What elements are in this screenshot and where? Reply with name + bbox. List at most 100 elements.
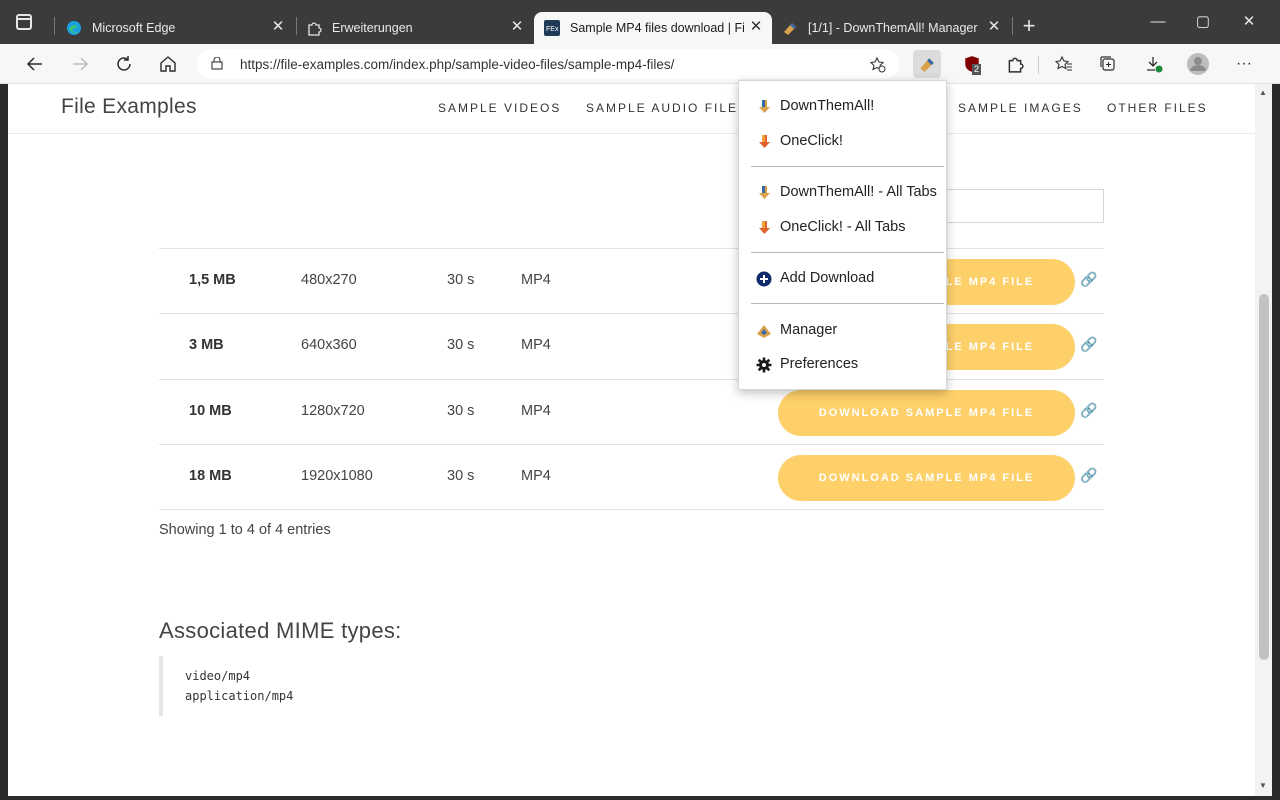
table-row: 10 MB 1280x720 30 s MP4 DOWNLOAD SAMPLE … xyxy=(159,379,1104,445)
tab-separator xyxy=(1012,17,1013,35)
home-icon xyxy=(160,56,176,72)
duration: 30 s xyxy=(447,337,475,353)
url-text[interactable]: https://file-examples.com/index.php/samp… xyxy=(240,57,674,72)
menu-item-preferences[interactable]: Preferences xyxy=(739,349,948,379)
link-icon[interactable]: 🔗 xyxy=(1080,336,1097,353)
maximize-button[interactable]: ▢ xyxy=(1191,10,1215,34)
downthemall-icon xyxy=(759,186,770,199)
table-row: 1,5 MB 480x270 30 s MP4 DOWNLOAD SAMPLE … xyxy=(159,248,1104,314)
resolution: 480x270 xyxy=(301,272,357,288)
extension-badge: 2 xyxy=(972,64,982,75)
svg-text:FEx: FEx xyxy=(546,26,559,33)
site-header: File Examples SAMPLE VIDEOS SAMPLE AUDIO… xyxy=(8,84,1255,134)
lock-icon[interactable] xyxy=(211,57,223,70)
menu-item-label: OneClick! xyxy=(780,133,843,149)
tab-sample-mp4[interactable]: FEx Sample MP4 files download | File Exa… xyxy=(534,12,772,44)
extensions-button[interactable] xyxy=(1001,50,1029,78)
page-scrollbar[interactable]: ▲ ▼ xyxy=(1255,84,1272,796)
menu-item-oneclick[interactable]: OneClick! xyxy=(739,126,948,156)
mime-types-block: video/mp4 application/mp4 xyxy=(159,656,359,716)
downthemall-popup-menu: DownThemAll! OneClick! DownThemAll! - Al… xyxy=(738,80,947,390)
table-row: 18 MB 1920x1080 30 s MP4 DOWNLOAD SAMPLE… xyxy=(159,444,1104,510)
tab-close-icon[interactable]: ✕ xyxy=(986,19,1002,35)
nav-sample-images[interactable]: SAMPLE IMAGES xyxy=(958,101,1083,115)
menu-item-label: OneClick! - All Tabs xyxy=(780,219,906,235)
oneclick-icon xyxy=(759,221,770,234)
add-circle-icon xyxy=(756,271,772,287)
scrollbar-thumb[interactable] xyxy=(1259,294,1269,660)
tab-title: Microsoft Edge xyxy=(92,21,176,35)
tab-title: Erweiterungen xyxy=(332,21,413,35)
scroll-up-icon[interactable]: ▲ xyxy=(1259,88,1267,97)
edge-logo-icon xyxy=(67,21,81,35)
menu-item-downthemall[interactable]: DownThemAll! xyxy=(739,91,948,121)
downthemall-icon xyxy=(920,58,934,72)
downthemall-icon xyxy=(759,100,770,113)
address-bar[interactable]: https://file-examples.com/index.php/samp… xyxy=(196,49,900,79)
gear-icon xyxy=(756,357,772,373)
tab-close-icon[interactable]: ✕ xyxy=(748,19,764,35)
download-button[interactable]: DOWNLOAD SAMPLE MP4 FILE xyxy=(778,455,1075,501)
downloads-button[interactable] xyxy=(1140,50,1168,78)
download-button[interactable]: DOWNLOAD SAMPLE MP4 FILE xyxy=(778,390,1075,436)
manager-icon xyxy=(757,325,771,338)
tab-downthemall-manager[interactable]: [1/1] - DownThemAll! Manager ✕ xyxy=(772,12,1012,44)
favorites-star-icon xyxy=(1054,55,1072,71)
minimize-button[interactable]: — xyxy=(1146,10,1170,34)
tab-separator xyxy=(54,17,55,35)
tab-close-icon[interactable]: ✕ xyxy=(509,19,525,35)
new-tab-button[interactable]: + xyxy=(1019,14,1039,38)
format: MP4 xyxy=(521,468,551,484)
nav-sample-audio-files[interactable]: SAMPLE AUDIO FILES xyxy=(586,101,748,115)
menu-item-manager[interactable]: Manager xyxy=(739,315,948,345)
link-icon[interactable]: 🔗 xyxy=(1080,467,1097,484)
menu-separator xyxy=(751,166,944,167)
resolution: 1920x1080 xyxy=(301,468,373,484)
tab-title: Sample MP4 files download | File Example… xyxy=(570,21,744,35)
duration: 30 s xyxy=(447,272,475,288)
table-row: 3 MB 640x360 30 s MP4 DOWNLOAD SAMPLE MP… xyxy=(159,313,1104,379)
home-button[interactable] xyxy=(154,50,182,78)
tab-microsoft-edge[interactable]: Microsoft Edge ✕ xyxy=(56,12,296,44)
nav-sample-videos[interactable]: SAMPLE VIDEOS xyxy=(438,101,561,115)
refresh-button[interactable] xyxy=(110,50,138,78)
resolution: 1280x720 xyxy=(301,403,365,419)
tab-actions-icon[interactable] xyxy=(16,14,32,30)
menu-item-add-download[interactable]: Add Download xyxy=(739,263,948,293)
add-favorite-icon[interactable] xyxy=(869,56,887,74)
profile-button[interactable] xyxy=(1184,50,1212,78)
mime-type: application/mp4 xyxy=(185,689,294,703)
format: MP4 xyxy=(521,337,551,353)
menu-item-downthemall-all-tabs[interactable]: DownThemAll! - All Tabs xyxy=(739,177,948,207)
site-logo[interactable]: File Examples xyxy=(61,95,197,119)
settings-more-button[interactable]: ··· xyxy=(1230,50,1258,78)
link-icon[interactable]: 🔗 xyxy=(1080,271,1097,288)
browser-toolbar: https://file-examples.com/index.php/samp… xyxy=(0,44,1280,84)
forward-button[interactable] xyxy=(66,50,94,78)
nav-other-files[interactable]: OTHER FILES xyxy=(1107,101,1208,115)
collections-button[interactable] xyxy=(1094,50,1122,78)
refresh-icon xyxy=(117,56,131,71)
mime-types-heading: Associated MIME types: xyxy=(159,618,402,643)
back-arrow-icon xyxy=(26,57,42,71)
favorites-button[interactable] xyxy=(1050,50,1078,78)
page-viewport: File Examples SAMPLE VIDEOS SAMPLE AUDIO… xyxy=(8,84,1272,796)
back-button[interactable] xyxy=(21,50,49,78)
tab-erweiterungen[interactable]: Erweiterungen ✕ xyxy=(296,12,534,44)
ublock-extension-button[interactable]: 2 xyxy=(958,50,986,78)
table-search-input[interactable] xyxy=(938,189,1104,223)
format: MP4 xyxy=(521,403,551,419)
menu-separator xyxy=(751,303,944,304)
scroll-down-icon[interactable]: ▼ xyxy=(1259,781,1267,790)
close-window-button[interactable]: ✕ xyxy=(1237,10,1261,34)
menu-item-oneclick-all-tabs[interactable]: OneClick! - All Tabs xyxy=(739,212,948,242)
tab-close-icon[interactable]: ✕ xyxy=(270,19,286,35)
downthemall-extension-button[interactable] xyxy=(913,50,941,78)
menu-item-label: Manager xyxy=(780,322,838,338)
download-icon xyxy=(1147,57,1163,73)
avatar-icon xyxy=(1187,53,1209,75)
menu-separator xyxy=(751,252,944,253)
title-bar: Microsoft Edge ✕ Erweiterungen ✕ FEx Sam… xyxy=(0,0,1280,44)
menu-item-label: DownThemAll! xyxy=(780,98,875,114)
link-icon[interactable]: 🔗 xyxy=(1080,402,1097,419)
